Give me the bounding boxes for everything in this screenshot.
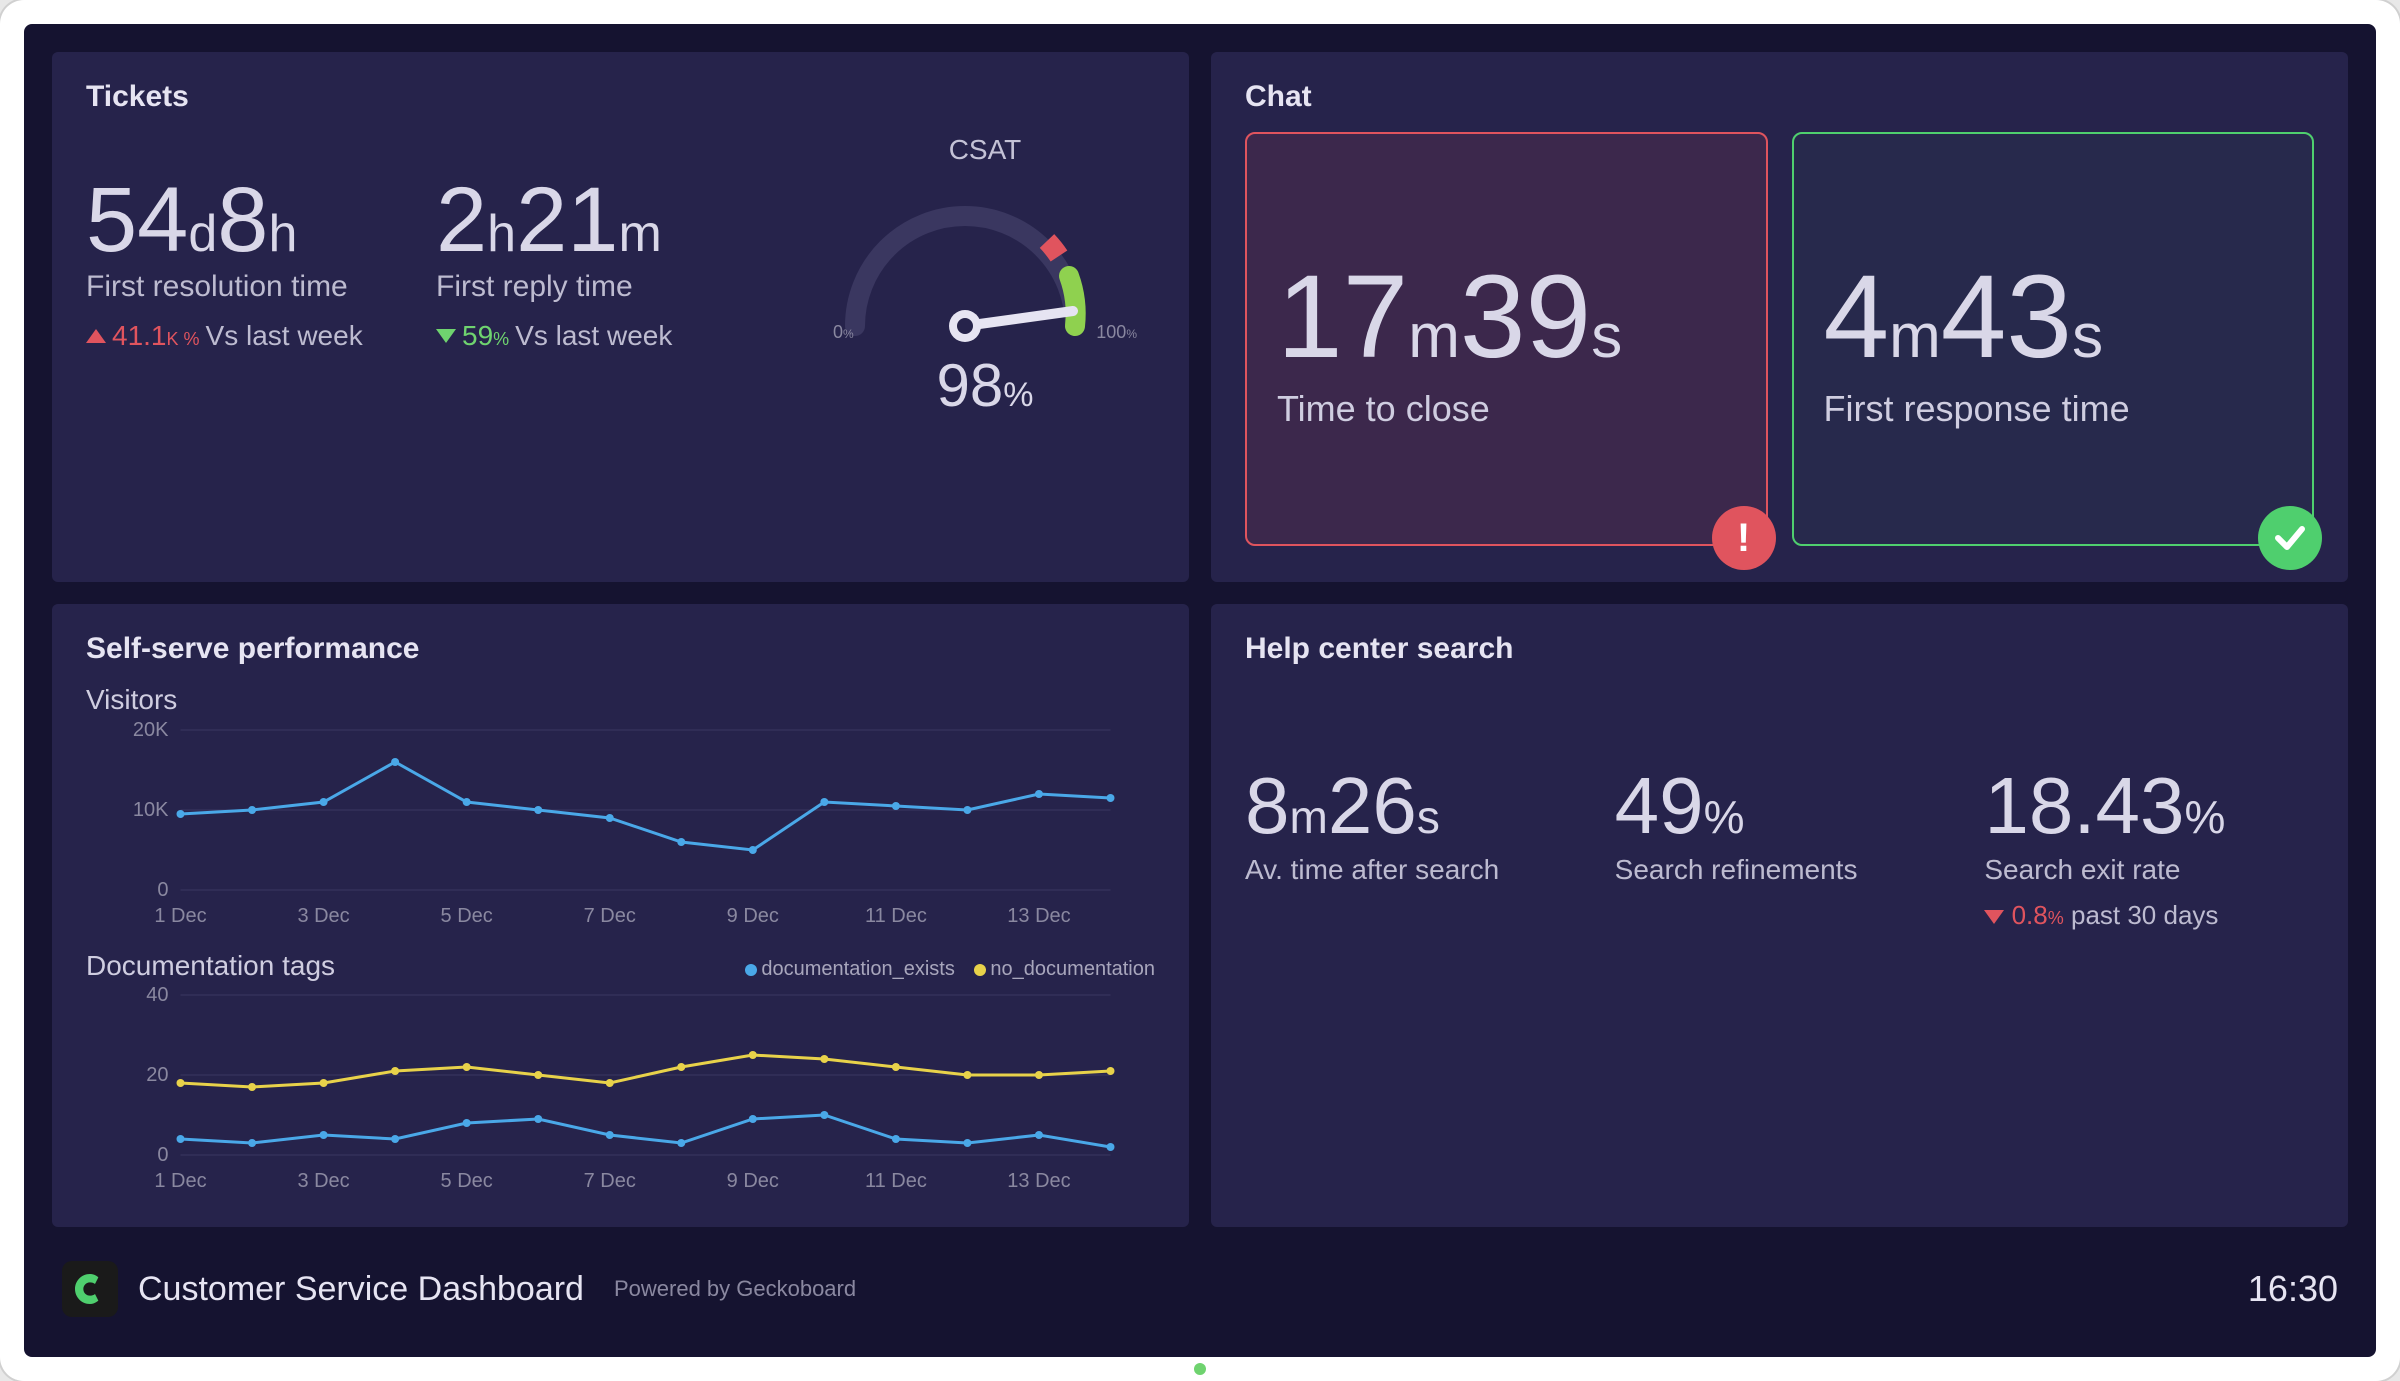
chat-panel: Chat 17m39s Time to close ! 4m43s First …	[1211, 52, 2348, 582]
svg-text:10K: 10K	[133, 799, 169, 821]
first-response-card: 4m43s First response time	[1792, 132, 2315, 546]
tickets-title: Tickets	[86, 80, 1155, 114]
time-to-close-card: 17m39s Time to close !	[1245, 132, 1768, 546]
clock: 16:30	[2248, 1268, 2338, 1310]
svg-text:3 Dec: 3 Dec	[297, 905, 349, 927]
first-resolution-metric: 54d8h First resolution time 41.1K % Vs l…	[86, 174, 426, 352]
first-response-value: 4m43s	[1824, 258, 2283, 376]
visitors-chart-title: Visitors	[86, 684, 1155, 716]
time-to-close-value: 17m39s	[1277, 258, 1736, 376]
arrow-down-icon	[1984, 910, 2004, 924]
first-reply-value: 2h21m	[436, 174, 756, 266]
chat-title: Chat	[1245, 80, 2314, 114]
svg-text:0: 0	[157, 879, 168, 901]
geckoboard-logo-icon	[62, 1261, 118, 1317]
arrow-down-icon	[436, 329, 456, 343]
legend-dot-blue-icon	[745, 964, 757, 976]
svg-text:11 Dec: 11 Dec	[865, 1170, 927, 1192]
alert-icon: !	[1712, 506, 1776, 570]
footer: Customer Service Dashboard Powered by Ge…	[52, 1249, 2348, 1329]
first-resolution-value: 54d8h	[86, 174, 426, 266]
svg-text:40: 40	[146, 985, 168, 1006]
refinements-metric: 49% Search refinements	[1615, 766, 1945, 886]
svg-text:9 Dec: 9 Dec	[727, 1170, 779, 1192]
exit-rate-metric: 18.43% Search exit rate 0.8% past 30 day…	[1984, 766, 2314, 931]
check-icon	[2258, 506, 2322, 570]
svg-text:5 Dec: 5 Dec	[441, 1170, 493, 1192]
first-resolution-compare: 41.1K % Vs last week	[86, 320, 426, 352]
first-reply-metric: 2h21m First reply time 59% Vs last week	[436, 174, 756, 352]
svg-text:20K: 20K	[133, 720, 169, 741]
exit-rate-compare: 0.8% past 30 days	[1984, 900, 2314, 931]
help-center-panel: Help center search 8m26s Av. time after …	[1211, 604, 2348, 1227]
first-response-label: First response time	[1824, 388, 2283, 430]
gauge-icon	[815, 176, 1115, 346]
exit-rate-label: Search exit rate	[1984, 854, 2314, 886]
svg-text:7 Dec: 7 Dec	[584, 905, 636, 927]
svg-text:1 Dec: 1 Dec	[154, 905, 206, 927]
visitors-chart: Visitors 0 10K 20K 1 Dec 3 Dec 5 Dec 7 Dec 9 De…	[86, 684, 1155, 930]
csat-gauge: CSAT 0% 100% 98%	[815, 174, 1155, 420]
refinements-value: 49%	[1615, 766, 1945, 846]
svg-text:5 Dec: 5 Dec	[441, 905, 493, 927]
svg-text:20: 20	[146, 1064, 168, 1086]
time-to-close-label: Time to close	[1277, 388, 1736, 430]
self-serve-title: Self-serve performance	[86, 632, 1155, 666]
help-center-title: Help center search	[1245, 632, 2314, 666]
svg-text:9 Dec: 9 Dec	[727, 905, 779, 927]
svg-text:1 Dec: 1 Dec	[154, 1170, 206, 1192]
footer-title: Customer Service Dashboard	[138, 1270, 584, 1309]
doctags-line-chart: 0 20 40 1 Dec 3 Dec 5 Dec 7 Dec 9 Dec 11 Dec 13 D…	[86, 985, 1155, 1195]
tv-frame: Tickets 54d8h First resolution time 41.1…	[0, 0, 2400, 1381]
svg-text:11 Dec: 11 Dec	[865, 905, 927, 927]
self-serve-panel: Self-serve performance Visitors 0 10K 20K 1…	[52, 604, 1189, 1227]
avg-time-value: 8m26s	[1245, 766, 1575, 846]
svg-text:13 Dec: 13 Dec	[1007, 905, 1070, 927]
csat-title: CSAT	[815, 134, 1155, 166]
avg-time-metric: 8m26s Av. time after search	[1245, 766, 1575, 886]
svg-text:7 Dec: 7 Dec	[584, 1170, 636, 1192]
csat-value: 98%	[815, 351, 1155, 420]
legend-dot-yellow-icon	[974, 964, 986, 976]
power-led-icon	[1194, 1363, 1206, 1375]
svg-text:0: 0	[157, 1144, 168, 1166]
svg-text:13 Dec: 13 Dec	[1007, 1170, 1070, 1192]
first-reply-compare: 59% Vs last week	[436, 320, 756, 352]
tickets-panel: Tickets 54d8h First resolution time 41.1…	[52, 52, 1189, 582]
svg-text:3 Dec: 3 Dec	[297, 1170, 349, 1192]
first-resolution-label: First resolution time	[86, 270, 426, 304]
visitors-line-chart: 0 10K 20K 1 Dec 3 Dec 5 Dec 7 Dec 9 Dec 11 Dec 13…	[86, 720, 1155, 930]
exit-rate-value: 18.43%	[1984, 766, 2314, 846]
avg-time-label: Av. time after search	[1245, 854, 1575, 886]
dashboard-screen: Tickets 54d8h First resolution time 41.1…	[24, 24, 2376, 1357]
doctags-chart: Documentation tags documentation_exists …	[86, 950, 1155, 1195]
footer-subtitle: Powered by Geckoboard	[614, 1276, 856, 1302]
arrow-up-icon	[86, 329, 106, 343]
first-reply-label: First reply time	[436, 270, 756, 304]
refinements-label: Search refinements	[1615, 854, 1945, 886]
